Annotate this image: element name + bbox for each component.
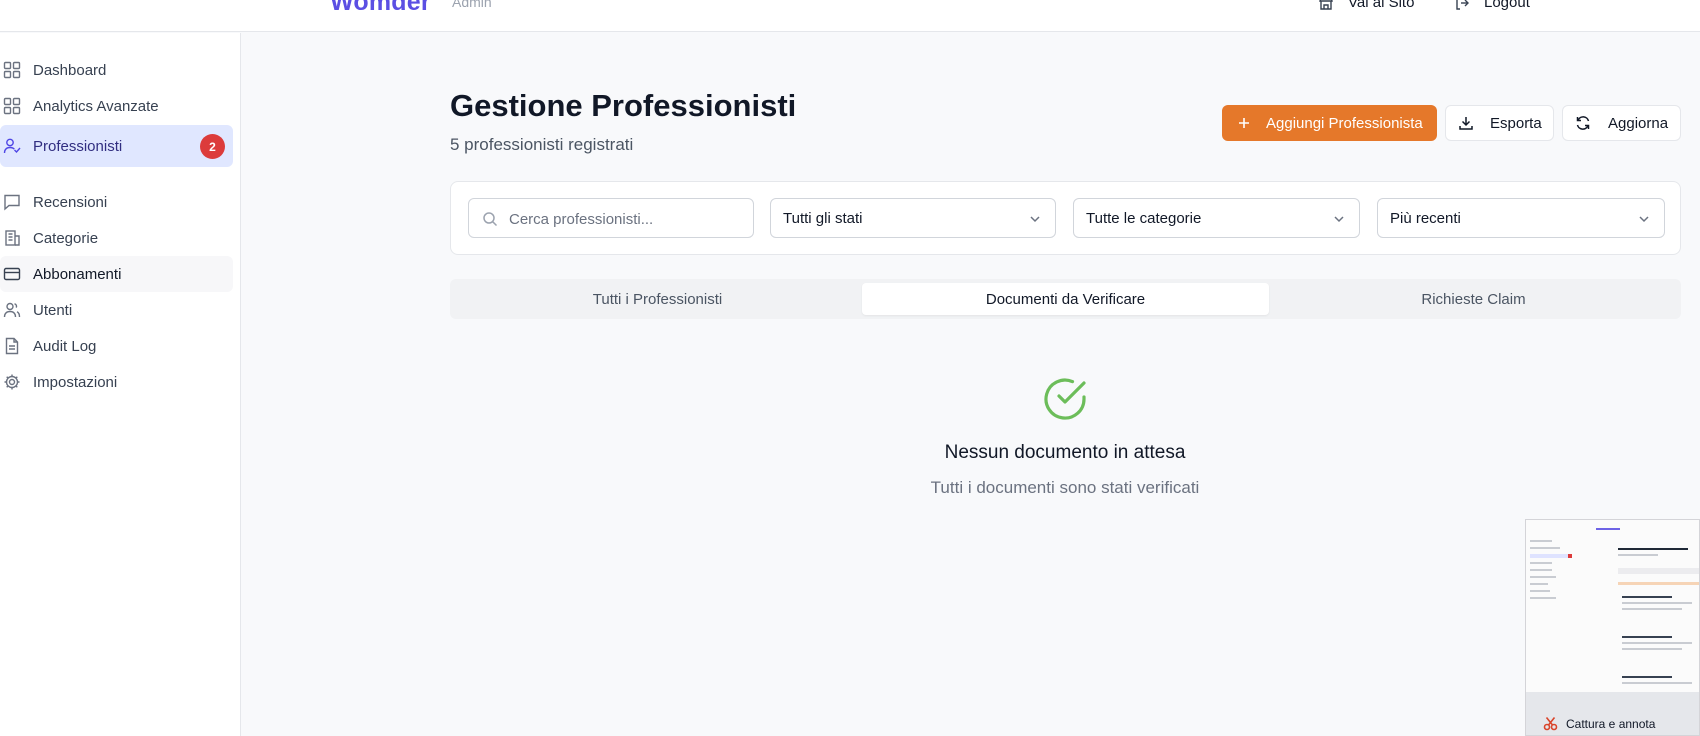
empty-state-title: Nessun documento in attesa bbox=[944, 442, 1186, 463]
sidebar-item-label: Dashboard bbox=[33, 61, 107, 79]
file-text-icon bbox=[5, 337, 19, 355]
refresh-button[interactable]: Aggiorna bbox=[1562, 105, 1681, 141]
thumbnail-preview bbox=[1526, 520, 1699, 692]
store-icon bbox=[1319, 0, 1333, 10]
add-professional-label: Aggiungi Professionista bbox=[1266, 114, 1423, 132]
refresh-icon bbox=[1576, 116, 1590, 130]
tab-documents-to-verify[interactable]: Documenti da Verificare bbox=[862, 283, 1269, 315]
category-select-value: Tutte le categorie bbox=[1086, 210, 1202, 227]
sidebar-item-recensioni[interactable]: Recensioni bbox=[0, 184, 233, 220]
users-icon bbox=[3, 302, 21, 318]
search-input[interactable] bbox=[509, 208, 744, 230]
sidebar-item-professionisti[interactable]: Professionisti 2 bbox=[0, 125, 233, 167]
page-subtitle: 5 professionisti registrati bbox=[450, 135, 634, 154]
status-select-value: Tutti gli stati bbox=[783, 210, 863, 227]
search-field[interactable] bbox=[468, 198, 754, 238]
screenshot-thumbnail[interactable]: Cattura e annota bbox=[1525, 519, 1700, 736]
sidebar: Dashboard Analytics Avanzate Professioni… bbox=[0, 33, 241, 736]
sidebar-item-label: Categorie bbox=[33, 229, 99, 247]
chevron-down-icon bbox=[1639, 216, 1649, 223]
sidebar-item-label: Impostazioni bbox=[33, 373, 118, 391]
plus-icon bbox=[1239, 118, 1249, 128]
page-title: Gestione Professionisti bbox=[450, 88, 797, 123]
search-icon bbox=[483, 212, 498, 227]
refresh-label: Aggiorna bbox=[1608, 114, 1669, 132]
chevron-down-icon bbox=[1334, 216, 1344, 223]
sidebar-item-audit-log[interactable]: Audit Log bbox=[0, 328, 233, 364]
user-check-icon bbox=[3, 138, 21, 154]
sort-select-value: Più recenti bbox=[1390, 210, 1461, 227]
tab-bar: Tutti i Professionisti Documenti da Veri… bbox=[450, 279, 1681, 319]
status-select[interactable]: Tutti gli stati bbox=[770, 198, 1056, 238]
check-circle-icon bbox=[1044, 378, 1086, 420]
building-icon bbox=[5, 230, 20, 246]
export-label: Esporta bbox=[1490, 114, 1542, 132]
gear-icon bbox=[4, 374, 20, 390]
add-professional-button[interactable]: Aggiungi Professionista bbox=[1222, 105, 1437, 141]
grid-icon bbox=[3, 97, 21, 115]
grid-icon bbox=[3, 61, 21, 79]
empty-state-subtitle: Tutti i documenti sono stati verificati bbox=[930, 478, 1200, 497]
sidebar-item-abbonamenti[interactable]: Abbonamenti bbox=[0, 256, 233, 292]
brand-subtitle: Admin bbox=[452, 0, 492, 10]
sidebar-item-label: Audit Log bbox=[33, 337, 97, 355]
sidebar-item-dashboard[interactable]: Dashboard bbox=[0, 52, 233, 88]
sidebar-item-analytics[interactable]: Analytics Avanzate bbox=[0, 88, 233, 124]
sort-select[interactable]: Più recenti bbox=[1377, 198, 1665, 238]
message-icon bbox=[4, 194, 20, 211]
logout-icon bbox=[1456, 0, 1469, 10]
sidebar-item-label: Recensioni bbox=[33, 193, 108, 211]
sidebar-item-categorie[interactable]: Categorie bbox=[0, 220, 233, 256]
top-bar: Womder Admin Vai al Sito Logout bbox=[0, 0, 1700, 32]
chevron-down-icon bbox=[1030, 216, 1040, 223]
export-button[interactable]: Esporta bbox=[1445, 105, 1554, 141]
logout-link[interactable]: Logout bbox=[1454, 0, 1530, 11]
sidebar-item-label: Analytics Avanzate bbox=[33, 97, 159, 115]
snipping-tool-icon bbox=[1543, 717, 1558, 731]
filter-card: Tutti gli stati Tutte le categorie Più r… bbox=[450, 181, 1681, 255]
visit-site-label: Vai al Sito bbox=[1348, 0, 1415, 11]
sidebar-item-label: Professionisti bbox=[33, 137, 123, 155]
credit-card-icon bbox=[3, 267, 21, 281]
brand-logo[interactable]: Womder bbox=[330, 0, 431, 17]
tab-claim-requests[interactable]: Richieste Claim bbox=[1270, 283, 1677, 315]
sidebar-item-label: Utenti bbox=[33, 301, 73, 319]
notification-badge: 2 bbox=[200, 134, 225, 159]
sidebar-item-utenti[interactable]: Utenti bbox=[0, 292, 233, 328]
thumbnail-caption: Cattura e annota bbox=[1566, 717, 1656, 731]
tab-all-professionals[interactable]: Tutti i Professionisti bbox=[454, 283, 861, 315]
category-select[interactable]: Tutte le categorie bbox=[1073, 198, 1360, 238]
sidebar-item-label: Abbonamenti bbox=[33, 265, 122, 283]
sidebar-item-impostazioni[interactable]: Impostazioni bbox=[0, 364, 233, 400]
logout-label: Logout bbox=[1484, 0, 1530, 11]
download-icon bbox=[1459, 117, 1473, 130]
visit-site-link[interactable]: Vai al Sito bbox=[1318, 0, 1414, 11]
